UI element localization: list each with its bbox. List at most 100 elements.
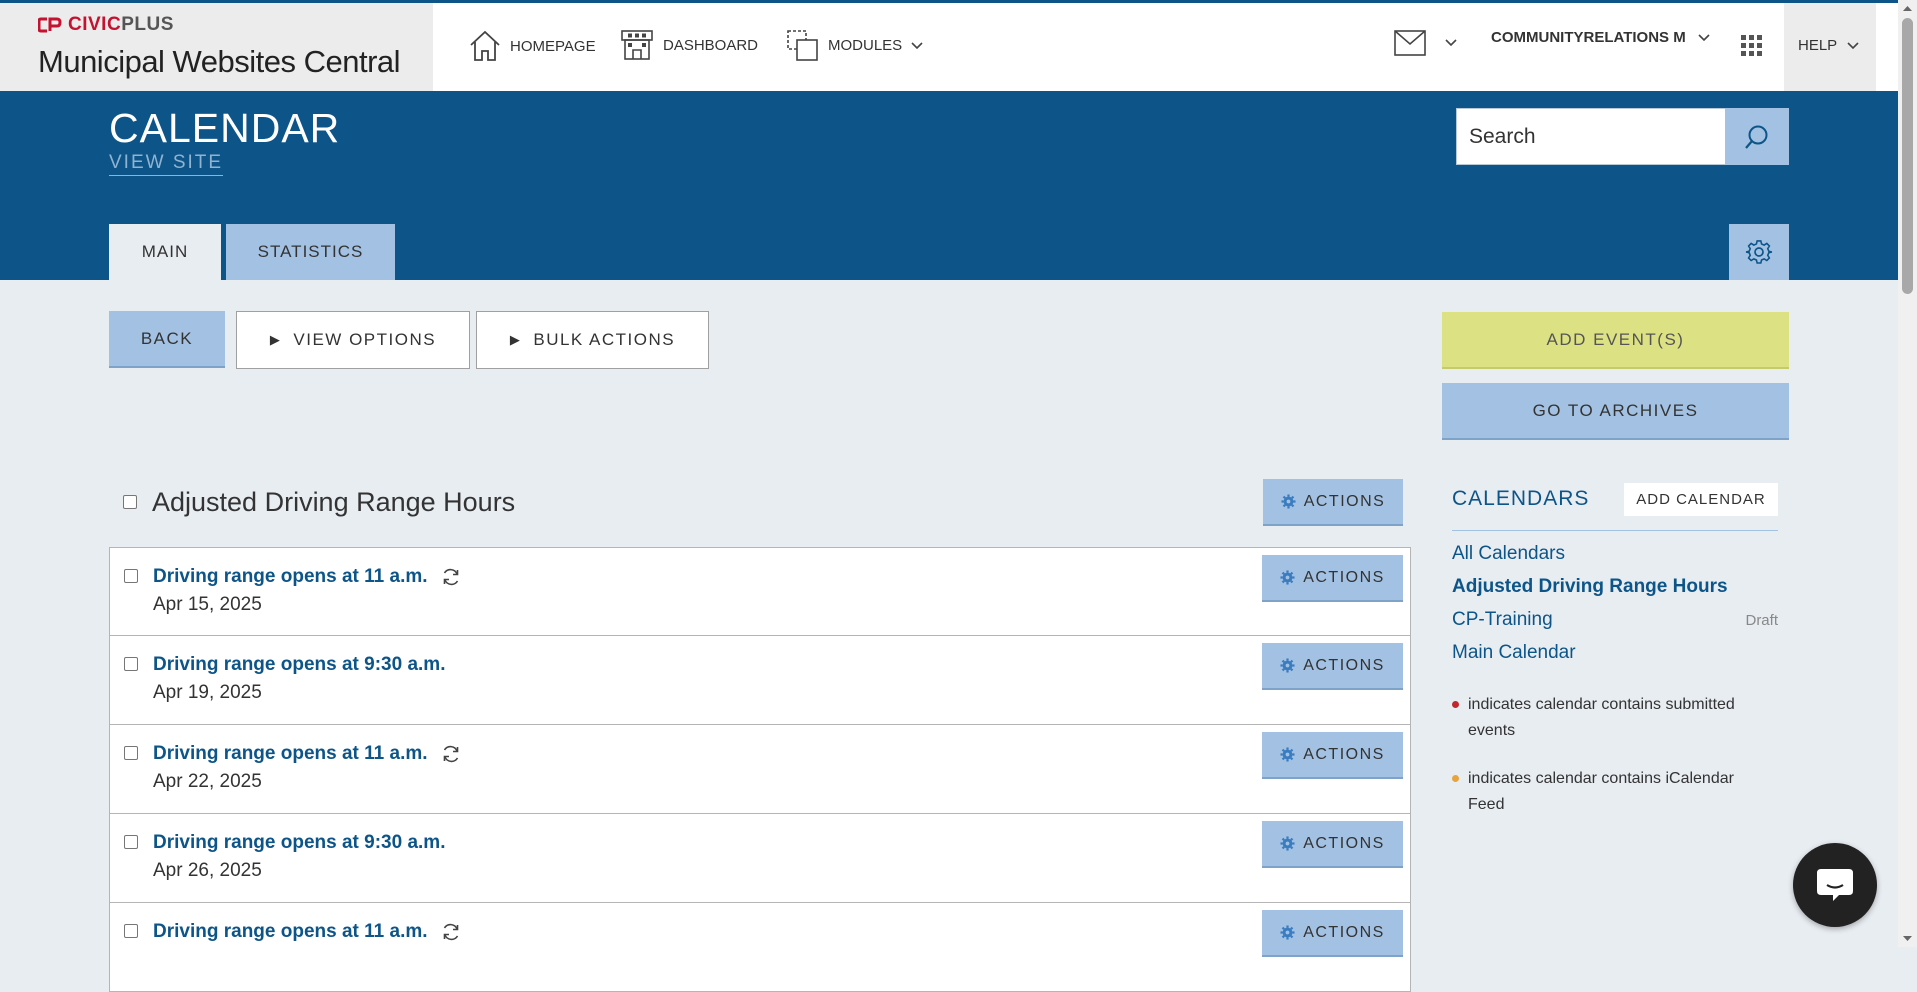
view-options-label: VIEW OPTIONS	[293, 330, 437, 349]
event-select-checkbox[interactable]	[124, 835, 138, 849]
home-icon	[470, 30, 500, 61]
calendar-link-adjusted-driving-range-hours[interactable]: Adjusted Driving Range Hours	[1452, 576, 1728, 598]
event-date: Apr 15, 2025	[153, 594, 262, 615]
event-actions-button[interactable]: ACTIONS	[1262, 910, 1403, 957]
scrollbar-thumb[interactable]	[1902, 18, 1913, 294]
view-options-button[interactable]: ▶ VIEW OPTIONS	[236, 311, 470, 369]
event-actions-label: ACTIONS	[1303, 923, 1385, 941]
triangle-right-icon: ▶	[269, 332, 282, 347]
chevron-down-icon	[1445, 39, 1457, 47]
draft-badge: Draft	[1745, 612, 1778, 629]
user-menu[interactable]: COMMUNITYRELATIONS M	[1491, 29, 1710, 46]
event-row: Driving range opens at 9:30 a.m. Apr 19,…	[109, 636, 1411, 725]
add-events-button[interactable]: ADD EVENT(S)	[1442, 312, 1789, 369]
event-row: Driving range opens at 9:30 a.m. Apr 26,…	[109, 814, 1411, 903]
event-actions-button[interactable]: ACTIONS	[1262, 555, 1403, 602]
recurring-icon	[443, 745, 458, 763]
event-date: Apr 26, 2025	[153, 860, 262, 881]
nav-dashboard-label: DASHBOARD	[663, 36, 759, 54]
event-title: Driving range opens at 11 a.m.	[153, 743, 428, 764]
event-select-checkbox[interactable]	[124, 746, 138, 760]
page-scrollbar[interactable]	[1898, 0, 1917, 947]
event-actions-label: ACTIONS	[1303, 745, 1385, 763]
chat-bubble-icon	[1817, 869, 1853, 901]
calendar-link-cp-training[interactable]: CP-Training	[1452, 609, 1553, 631]
event-title: Driving range opens at 11 a.m.	[153, 921, 428, 942]
event-select-checkbox[interactable]	[124, 569, 138, 583]
event-title-link[interactable]: Driving range opens at 9:30 a.m.	[153, 654, 445, 676]
event-select-checkbox[interactable]	[124, 657, 138, 671]
calendar-link-all[interactable]: All Calendars	[1452, 543, 1565, 565]
sidebar-divider	[1452, 530, 1778, 531]
event-select-checkbox[interactable]	[124, 924, 138, 938]
event-title-link[interactable]: Driving range opens at 11 a.m.	[153, 921, 461, 943]
chevron-down-icon	[1847, 41, 1859, 49]
chevron-down-icon	[911, 41, 923, 49]
modules-icon	[787, 30, 818, 61]
user-name: COMMUNITYRELATIONS M	[1491, 29, 1686, 46]
help-label: HELP	[1798, 37, 1838, 54]
event-actions-label: ACTIONS	[1303, 656, 1385, 674]
group-actions-button[interactable]: ACTIONS	[1263, 479, 1403, 526]
calendars-heading: CALENDARS	[1452, 487, 1590, 510]
page-header: CALENDAR VIEW SITE MAIN STATISTICS	[0, 91, 1898, 280]
scroll-down-arrow-icon[interactable]	[1898, 933, 1917, 945]
view-site-link[interactable]: VIEW SITE	[109, 152, 224, 176]
event-title-link[interactable]: Driving range opens at 11 a.m.	[153, 566, 461, 588]
calendar-group-header: Adjusted Driving Range Hours ACTIONS	[109, 475, 1411, 543]
brand-area[interactable]: CIVICPLUS Municipal Websites Central	[0, 3, 433, 91]
nav-modules[interactable]: MODULES	[786, 29, 923, 62]
tab-main[interactable]: MAIN	[109, 224, 221, 280]
dashboard-building-icon	[621, 30, 653, 60]
search-input[interactable]	[1456, 108, 1726, 165]
search-icon	[1745, 125, 1768, 149]
calendar-link-main[interactable]: Main Calendar	[1452, 642, 1576, 664]
nav-modules-label: MODULES	[828, 37, 903, 54]
event-title: Driving range opens at 9:30 a.m.	[153, 832, 446, 853]
bulk-actions-label: BULK ACTIONS	[533, 330, 676, 349]
chat-widget-button[interactable]	[1793, 843, 1877, 927]
logo-text-plus: PLUS	[121, 14, 174, 35]
add-calendar-button[interactable]: ADD CALENDAR	[1624, 483, 1778, 516]
go-to-archives-button[interactable]: GO TO ARCHIVES	[1442, 383, 1789, 440]
messages-menu[interactable]	[1393, 29, 1457, 57]
event-actions-label: ACTIONS	[1303, 834, 1385, 852]
top-navigation-bar: CIVICPLUS Municipal Websites Central HOM…	[0, 0, 1898, 91]
event-row: Driving range opens at 11 a.m. ACTIONS	[109, 903, 1411, 992]
chevron-down-icon	[1698, 33, 1710, 41]
scroll-up-arrow-icon[interactable]	[1898, 2, 1917, 14]
nav-dashboard[interactable]: DASHBOARD	[620, 29, 758, 61]
group-title: Adjusted Driving Range Hours	[152, 487, 516, 517]
red-dot-icon	[1452, 701, 1459, 708]
civicplus-logo-icon	[38, 17, 62, 33]
mail-icon	[1394, 30, 1426, 56]
gear-icon	[1745, 240, 1773, 264]
search-button[interactable]	[1725, 108, 1789, 165]
recurring-icon	[443, 568, 458, 586]
apps-grid-button[interactable]	[1741, 35, 1763, 57]
settings-button[interactable]	[1729, 224, 1789, 280]
event-date: Apr 22, 2025	[153, 771, 262, 792]
back-button[interactable]: BACK	[109, 311, 225, 368]
event-actions-label: ACTIONS	[1303, 568, 1385, 586]
legend-text: indicates calendar contains submitted ev…	[1468, 696, 1735, 739]
triangle-right-icon: ▶	[509, 332, 522, 347]
group-select-checkbox[interactable]	[123, 495, 137, 509]
gear-icon	[1281, 494, 1296, 509]
logo-text-civic: CIVIC	[68, 14, 122, 35]
event-actions-button[interactable]: ACTIONS	[1262, 643, 1403, 690]
gear-icon	[1280, 658, 1295, 673]
tab-statistics[interactable]: STATISTICS	[226, 224, 395, 280]
help-menu[interactable]: HELP	[1784, 3, 1876, 91]
event-actions-button[interactable]: ACTIONS	[1262, 732, 1403, 779]
legend-submitted-events: indicates calendar contains submitted ev…	[1452, 692, 1778, 744]
event-title: Driving range opens at 11 a.m.	[153, 566, 428, 587]
nav-homepage[interactable]: HOMEPAGE	[469, 29, 596, 63]
event-date: Apr 19, 2025	[153, 682, 262, 703]
event-title-link[interactable]: Driving range opens at 9:30 a.m.	[153, 832, 445, 854]
event-actions-button[interactable]: ACTIONS	[1262, 821, 1403, 868]
event-row: Driving range opens at 11 a.m. Apr 15, 2…	[109, 547, 1411, 636]
event-title-link[interactable]: Driving range opens at 11 a.m.	[153, 743, 461, 765]
gear-icon	[1280, 836, 1295, 851]
bulk-actions-button[interactable]: ▶ BULK ACTIONS	[476, 311, 709, 369]
